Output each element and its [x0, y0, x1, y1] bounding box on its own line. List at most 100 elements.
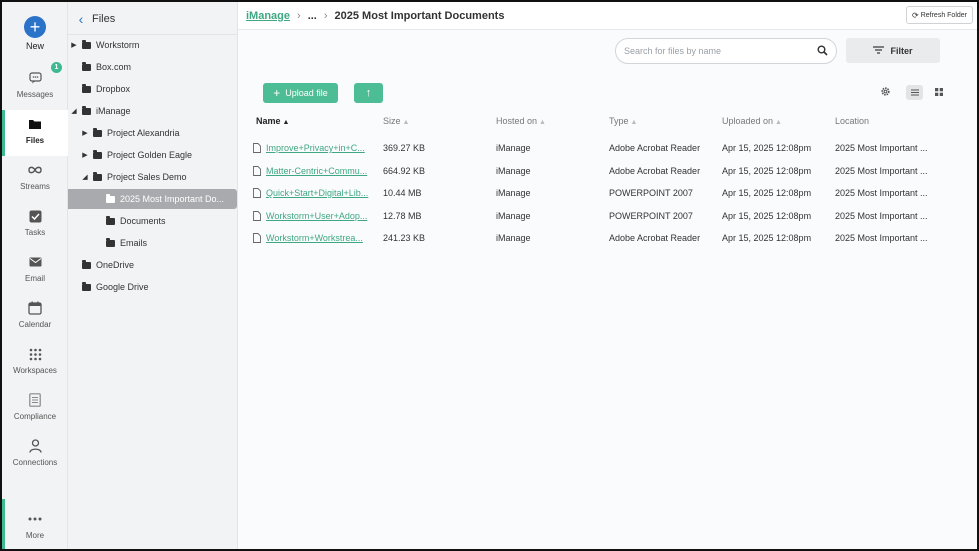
tree-node-2025-most-important[interactable]: 2025 Most Important Do... — [68, 189, 237, 209]
gear-icon[interactable] — [880, 86, 891, 99]
folder-tree-panel: ‹ Files ▶ Workstorm Box.com Dropbox ◢ iM… — [68, 2, 238, 549]
file-size: 241.23 KB — [383, 233, 426, 243]
breadcrumb-ellipsis[interactable]: ... — [308, 10, 317, 22]
tree-node-google-drive[interactable]: Google Drive — [68, 277, 238, 297]
file-uploaded-on: Apr 15, 2025 12:08pm — [722, 233, 812, 243]
column-header-name[interactable]: Name ▲ — [256, 116, 289, 128]
document-list-icon — [29, 390, 41, 410]
table-row[interactable]: Matter-Centric+Commu... 664.92 KB iManag… — [238, 161, 977, 183]
tree-node-label: 2025 Most Important Do... — [120, 194, 225, 204]
list-view-button[interactable] — [906, 85, 923, 100]
tree-node-emails[interactable]: Emails — [68, 233, 238, 253]
column-header-uploaded-on[interactable]: Uploaded on ▲ — [722, 116, 782, 128]
folder-icon — [82, 83, 91, 93]
grid-view-button[interactable] — [930, 85, 947, 100]
file-hosted-on: iManage — [496, 143, 531, 153]
plus-icon: + — [24, 16, 46, 38]
main-content: iManage › ... › 2025 Most Important Docu… — [238, 2, 977, 549]
nav-tasks[interactable]: Tasks — [2, 206, 68, 250]
tree-node-label: Google Drive — [96, 282, 149, 292]
nav-email[interactable]: Email — [2, 252, 68, 296]
new-button[interactable]: + New — [2, 16, 68, 60]
caret-down-icon[interactable]: ◢ — [69, 107, 79, 115]
search-icon[interactable] — [817, 45, 828, 58]
workspaces-label: Workspaces — [13, 366, 57, 375]
caret-right-icon[interactable]: ▶ — [80, 151, 90, 159]
table-row[interactable]: Improve+Privacy+in+C... 369.27 KB iManag… — [238, 138, 977, 160]
nav-rail: + New Messages 1 Files Streams Tasks Ema… — [2, 2, 68, 549]
nav-messages[interactable]: Messages — [2, 68, 68, 112]
navigate-up-button[interactable]: ↑ — [354, 83, 383, 103]
refresh-folder-button[interactable]: ⟳ Refresh Folder — [906, 6, 973, 24]
plus-icon: + — [273, 86, 281, 100]
file-size: 369.27 KB — [383, 143, 426, 153]
search-input[interactable] — [624, 46, 814, 56]
refresh-label: Refresh Folder — [920, 11, 967, 19]
breadcrumb-root-link[interactable]: iManage — [246, 10, 290, 22]
file-hosted-on: iManage — [496, 166, 531, 176]
table-row[interactable]: Quick+Start+Digital+Lib... 10.44 MB iMan… — [238, 183, 977, 205]
sort-up-icon: ▲ — [630, 119, 638, 126]
connections-label: Connections — [12, 458, 58, 467]
file-hosted-on: iManage — [496, 211, 531, 221]
column-header-location[interactable]: Location — [835, 116, 869, 128]
nav-connections[interactable]: Connections — [2, 436, 68, 480]
tree-node-dropbox[interactable]: Dropbox — [68, 79, 238, 99]
tree-node-project-sales-demo[interactable]: ◢ Project Sales Demo — [68, 167, 238, 187]
tree-node-label: Workstorm — [96, 40, 140, 50]
upload-file-button[interactable]: + Upload file — [263, 83, 338, 103]
file-name-link[interactable]: Matter-Centric+Commu... — [266, 166, 369, 176]
folder-icon — [106, 193, 115, 203]
tree-node-box[interactable]: Box.com — [68, 57, 238, 77]
column-header-type[interactable]: Type ▲ — [609, 116, 637, 128]
folder-icon — [82, 61, 91, 71]
calendar-icon — [28, 298, 42, 318]
nav-streams[interactable]: Streams — [2, 160, 68, 204]
filter-button[interactable]: Filter — [846, 38, 940, 63]
sort-up-icon: ▲ — [539, 119, 546, 126]
compliance-label: Compliance — [13, 412, 57, 421]
filter-label: Filter — [890, 45, 913, 56]
app-window: + New Messages 1 Files Streams Tasks Ema… — [0, 0, 979, 551]
file-name-link[interactable]: Improve+Privacy+in+C... — [266, 143, 369, 153]
envelope-icon — [29, 252, 42, 272]
tasks-label: Tasks — [24, 228, 46, 237]
tree-node-label: iManage — [96, 106, 131, 116]
file-name-link[interactable]: Quick+Start+Digital+Lib... — [266, 188, 369, 198]
tree-node-label: Emails — [120, 238, 148, 248]
grid-dots-icon — [29, 344, 42, 364]
caret-down-icon[interactable]: ◢ — [80, 173, 90, 181]
new-label: New — [25, 41, 44, 51]
nav-more[interactable]: More — [2, 509, 68, 549]
chevron-left-icon[interactable]: ‹ — [72, 11, 90, 27]
list-icon — [910, 88, 919, 98]
column-header-hosted-on[interactable]: Hosted on ▲ — [496, 116, 546, 128]
tree-node-label: Project Golden Eagle — [107, 150, 193, 160]
tree-node-label: Dropbox — [96, 84, 131, 94]
folder-icon — [28, 114, 42, 134]
tree-title: Files — [92, 13, 116, 25]
tree-node-onedrive[interactable]: OneDrive — [68, 255, 238, 275]
nav-files[interactable]: Files — [2, 110, 68, 156]
tree-node-documents[interactable]: Documents — [68, 211, 238, 231]
tree-node-project-alexandria[interactable]: ▶ Project Alexandria — [68, 123, 238, 143]
tree-node-imanage[interactable]: ◢ iManage — [68, 101, 238, 121]
tree-node-label: Documents — [120, 216, 166, 226]
file-name-link[interactable]: Workstorm+Workstrea... — [266, 233, 369, 243]
tree-node-workstorm[interactable]: ▶ Workstorm — [68, 35, 238, 55]
table-row[interactable]: Workstorm+Workstrea... 241.23 KB iManage… — [238, 228, 977, 250]
tree-header: ‹ Files — [68, 6, 238, 32]
table-row[interactable]: Workstorm+User+Adop... 12.78 MB iManage … — [238, 206, 977, 228]
nav-compliance[interactable]: Compliance — [2, 390, 68, 434]
nav-workspaces[interactable]: Workspaces — [2, 344, 68, 388]
checkbox-icon — [29, 206, 42, 226]
column-header-size[interactable]: Size ▲ — [383, 116, 409, 128]
file-uploaded-on: Apr 15, 2025 12:08pm — [722, 211, 812, 221]
file-uploaded-on: Apr 15, 2025 12:08pm — [722, 166, 812, 176]
caret-right-icon[interactable]: ▶ — [69, 41, 79, 49]
tree-node-project-golden-eagle[interactable]: ▶ Project Golden Eagle — [68, 145, 238, 165]
chevron-right-icon: › — [297, 9, 301, 22]
caret-right-icon[interactable]: ▶ — [80, 129, 90, 137]
nav-calendar[interactable]: Calendar — [2, 298, 68, 342]
file-name-link[interactable]: Workstorm+User+Adop... — [266, 211, 369, 221]
